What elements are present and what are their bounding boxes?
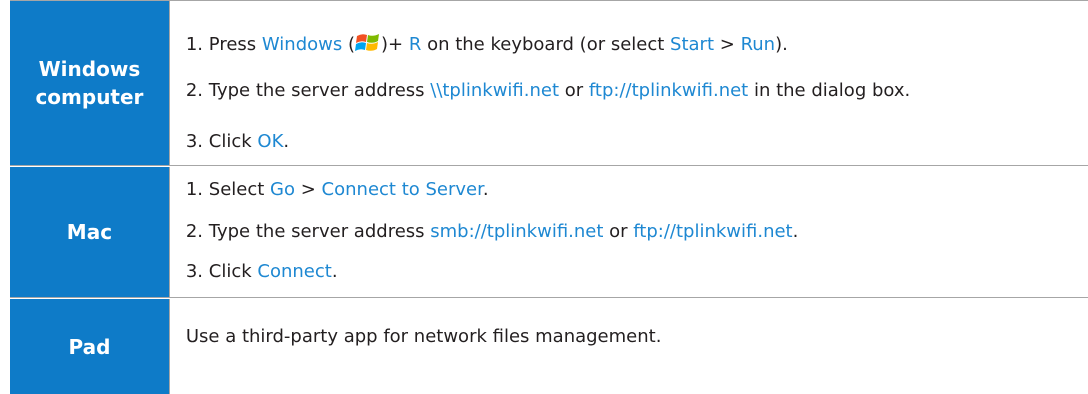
pad-instruction: Use a third-party app for network files … [185, 326, 662, 347]
instructions-table: Windows computer 1. Press Windows ( )+ R… [10, 0, 1088, 394]
row-label-windows-computer: Windows computer [10, 1, 169, 165]
step-2: 2. Type the server address \\tplinkwifi.… [185, 80, 911, 101]
smb-address: smb://tplinkwifi.net [430, 221, 604, 242]
step-1: 1. Select Go > Connect to Server. [185, 179, 489, 200]
go-menu-ref: Go [270, 179, 296, 200]
connect-ref: Connect [257, 261, 332, 282]
step-2: 2. Type the server address smb://tplinkw… [185, 221, 799, 242]
ok-ref: OK [257, 131, 284, 152]
row-content-pad: Use a third-party app for network files … [168, 299, 1088, 394]
ftp-address: ftp://tplinkwifi.net [633, 221, 793, 242]
row-label-mac: Mac [10, 167, 169, 297]
unc-address: \\tplinkwifi.net [430, 80, 560, 101]
windows-key: Windows [261, 34, 343, 55]
step-3: 3. Click Connect. [185, 261, 338, 282]
row-mac: Mac 1. Select Go > Connect to Server. 2.… [10, 167, 1088, 298]
row-pad: Pad Use a third-party app for network fi… [10, 299, 1088, 394]
run-menu-ref: Run [740, 34, 776, 55]
connect-to-server-ref: Connect to Server [321, 179, 483, 200]
ftp-address: ftp://tplinkwifi.net [588, 80, 749, 101]
r-key: R [408, 34, 422, 55]
row-label-pad: Pad [10, 299, 169, 394]
start-menu-ref: Start [670, 34, 715, 55]
row-windows-computer: Windows computer 1. Press Windows ( )+ R… [10, 1, 1088, 166]
row-content-mac: 1. Select Go > Connect to Server. 2. Typ… [168, 167, 1088, 297]
step-3: 3. Click OK. [185, 131, 290, 152]
step-1: 1. Press Windows ( )+ R on the keyboard … [185, 34, 788, 55]
row-content-windows-computer: 1. Press Windows ( )+ R on the keyboard … [168, 1, 1088, 165]
windows-logo-icon [355, 34, 379, 51]
